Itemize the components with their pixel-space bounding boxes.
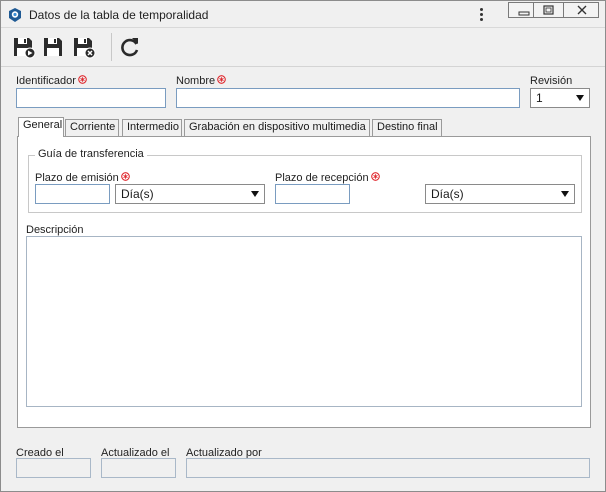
identificador-label: Identificador	[16, 75, 87, 87]
required-icon	[217, 75, 226, 84]
plazo-emision-label: Plazo de emisión	[35, 172, 130, 184]
refresh-icon[interactable]	[117, 34, 143, 60]
plazo-emision-unit-value: Día(s)	[121, 187, 154, 201]
general-tab-panel: Guía de transferencia Plazo de emisión D…	[17, 136, 591, 428]
save-close-icon[interactable]	[71, 34, 97, 60]
toolbar-separator	[111, 33, 112, 61]
tab-destino-final[interactable]: Destino final	[372, 119, 442, 136]
plazo-recepcion-unit-select[interactable]: Día(s)	[425, 184, 575, 204]
plazo-recepcion-input[interactable]	[275, 184, 350, 204]
tab-grabacion[interactable]: Grabación en dispositivo multimedia	[184, 119, 370, 136]
descripcion-textarea[interactable]	[26, 236, 582, 407]
plazo-recepcion-unit-value: Día(s)	[431, 187, 464, 201]
actualizado-field	[101, 458, 176, 478]
revision-select[interactable]: 1	[530, 88, 590, 108]
tab-general[interactable]: General	[18, 117, 64, 137]
required-icon	[120, 172, 130, 181]
identificador-input[interactable]	[16, 88, 166, 108]
dialog-window: Datos de la tabla de temporalidad Identi…	[0, 0, 606, 492]
revision-value: 1	[536, 91, 543, 105]
revision-label: Revisión	[530, 75, 573, 87]
plazo-recepcion-label: Plazo de recepción	[275, 172, 380, 184]
close-button[interactable]	[563, 2, 599, 18]
title-bar: Datos de la tabla de temporalidad	[1, 1, 605, 28]
descripcion-label: Descripción	[26, 224, 84, 236]
tab-intermedio[interactable]: Intermedio	[122, 119, 182, 136]
actualizado-por-field	[186, 458, 590, 478]
save-new-icon[interactable]	[11, 34, 37, 60]
transfer-guide-group: Guía de transferencia Plazo de emisión D…	[28, 148, 582, 213]
nombre-label: Nombre	[176, 75, 226, 87]
creado-field	[16, 458, 91, 478]
required-icon	[370, 172, 380, 181]
plazo-emision-unit-select[interactable]: Día(s)	[115, 184, 265, 204]
group-title: Guía de transferencia	[35, 148, 147, 160]
chevron-down-icon	[576, 95, 584, 101]
nombre-input[interactable]	[176, 88, 520, 108]
maximize-button[interactable]	[533, 2, 564, 18]
tab-corriente[interactable]: Corriente	[65, 119, 119, 136]
chevron-down-icon	[561, 191, 569, 197]
required-icon	[78, 75, 87, 84]
chevron-down-icon	[251, 191, 259, 197]
save-icon[interactable]	[41, 34, 67, 60]
more-options-icon[interactable]	[475, 6, 487, 24]
app-logo-icon	[7, 7, 23, 23]
toolbar	[1, 29, 605, 67]
window-title: Datos de la tabla de temporalidad	[29, 8, 209, 22]
plazo-emision-input[interactable]	[35, 184, 110, 204]
